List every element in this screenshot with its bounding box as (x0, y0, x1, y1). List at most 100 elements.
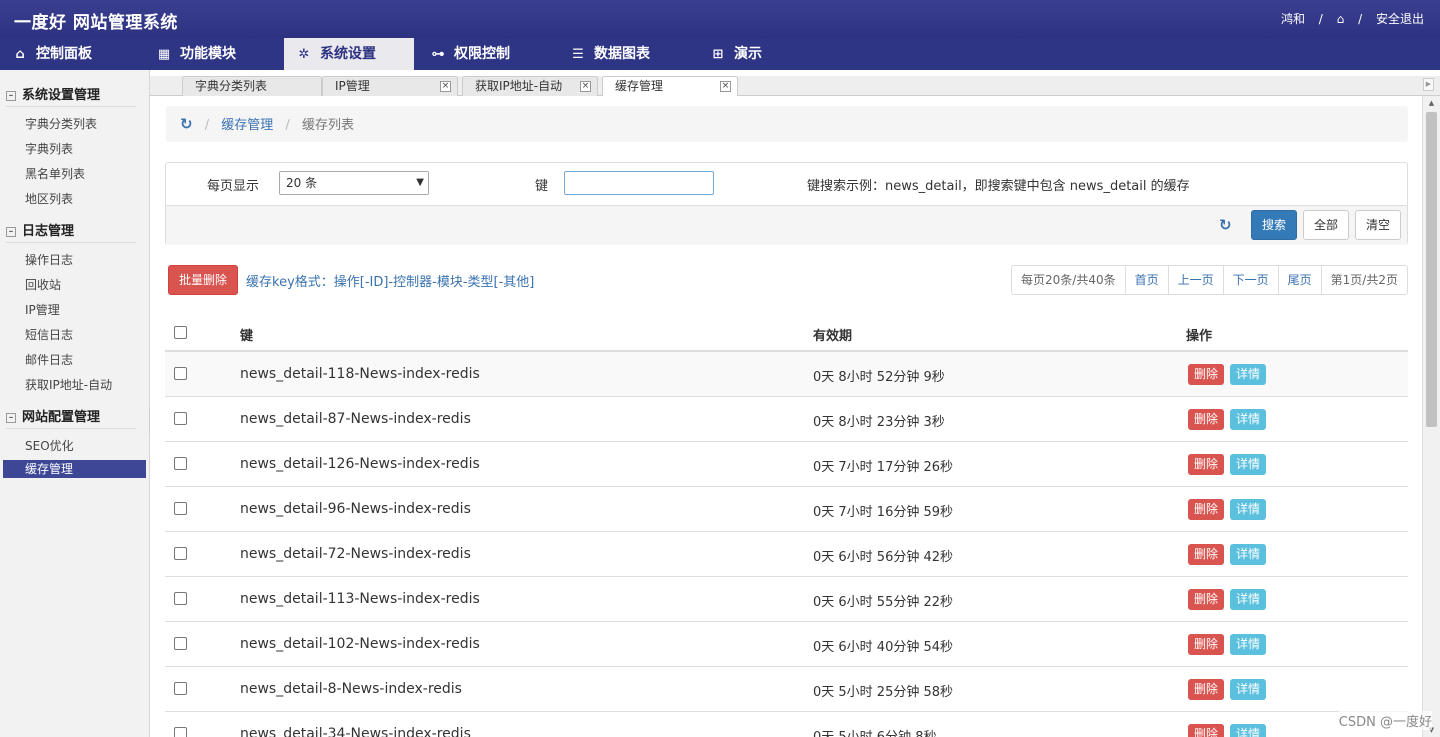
home-icon: ⌂ (15, 47, 25, 62)
pager-last[interactable]: 尾页 (1277, 266, 1321, 294)
reset-refresh-icon[interactable]: ↻ (1219, 216, 1232, 234)
watermark: CSDN @一度好 (1338, 711, 1432, 730)
page-tabbar: 字典分类列表 IP管理 × 获取IP地址-自动 × 缓存管理 × (150, 76, 1440, 97)
sidebar-group-site-config[interactable]: – 网站配置管理 (6, 406, 136, 429)
breadcrumb-sep: / (204, 118, 210, 133)
table-row: news_detail-8-News-index-redis 0天 5小时 25分… (165, 667, 1408, 712)
app-title: 一度好 网站管理系统 (14, 13, 178, 33)
chart-icon: ☰ (572, 47, 584, 62)
search-button[interactable]: 搜索 (1251, 210, 1297, 240)
detail-button[interactable]: 详情 (1230, 679, 1266, 700)
sidebar-item-seo[interactable]: SEO优化 (25, 437, 74, 454)
scroll-thumb[interactable] (1426, 112, 1437, 427)
row-checkbox[interactable] (174, 412, 187, 425)
sidebar-group-system[interactable]: – 系统设置管理 (6, 84, 136, 107)
tabs-scroll-right[interactable]: ▶ (1423, 78, 1434, 91)
row-checkbox[interactable] (174, 457, 187, 470)
row-checkbox[interactable] (174, 547, 187, 560)
sidebar-item-get-ip[interactable]: 获取IP地址-自动 (25, 376, 112, 393)
collapse-icon: – (6, 91, 16, 101)
delete-button[interactable]: 删除 (1188, 679, 1224, 700)
pager-next[interactable]: 下一页 (1222, 266, 1278, 294)
table-row: news_detail-72-News-index-redis 0天 6小时 56… (165, 532, 1408, 577)
detail-button[interactable]: 详情 (1230, 724, 1266, 737)
row-checkbox[interactable] (174, 367, 187, 380)
main-nav: ⌂ 控制面板 ▦ 功能模块 ✲ 系统设置 ⊶ 权限控制 ☰ 数据图表 ⊞ 演示 (0, 38, 1440, 70)
row-checkbox[interactable] (174, 682, 187, 695)
delete-button[interactable]: 删除 (1188, 724, 1224, 737)
page-tab-get-ip[interactable]: 获取IP地址-自动 × (462, 76, 598, 96)
detail-button[interactable]: 详情 (1230, 364, 1266, 385)
detail-button[interactable]: 详情 (1230, 454, 1266, 475)
sidebar-item-recycle-bin[interactable]: 回收站 (25, 276, 61, 293)
close-icon[interactable]: × (720, 81, 731, 92)
key-format-note: 缓存key格式：操作[-ID]-控制器-模块-类型[-其他] (246, 275, 535, 290)
breadcrumb-sep: / (285, 118, 290, 133)
sidebar-item-ip-manage[interactable]: IP管理 (25, 301, 60, 318)
cache-ttl: 0天 8小时 52分钟 9秒 (813, 370, 945, 385)
pager-first[interactable]: 首页 (1124, 266, 1168, 294)
close-icon[interactable]: × (580, 81, 591, 92)
select-all-checkbox[interactable] (174, 326, 187, 339)
sidebar-group-logs[interactable]: – 日志管理 (6, 220, 136, 243)
detail-button[interactable]: 详情 (1230, 544, 1266, 565)
sidebar-item-dict-category[interactable]: 字典分类列表 (25, 115, 97, 132)
breadcrumb-parent[interactable]: 缓存管理 (221, 118, 273, 133)
sidebar-item-mail-log[interactable]: 邮件日志 (25, 351, 73, 368)
sidebar-item-sms-log[interactable]: 短信日志 (25, 326, 73, 343)
nav-permissions[interactable]: ⊶ 权限控制 (418, 38, 556, 70)
row-checkbox[interactable] (174, 592, 187, 605)
detail-button[interactable]: 详情 (1230, 589, 1266, 610)
delete-button[interactable]: 删除 (1188, 409, 1224, 430)
user-name[interactable]: 鸿和 (1281, 10, 1305, 27)
batch-delete-button[interactable]: 批量删除 (168, 265, 238, 295)
home-icon[interactable]: ⌂ (1337, 12, 1345, 26)
delete-button[interactable]: 删除 (1188, 634, 1224, 655)
page-tab-ip-manage[interactable]: IP管理 × (322, 76, 458, 96)
sidebar-item-cache[interactable]: 缓存管理 (3, 460, 146, 478)
nav-modules[interactable]: ▦ 功能模块 (144, 38, 282, 70)
cache-key: news_detail-87-News-index-redis (240, 411, 471, 427)
logout-link[interactable]: 安全退出 (1376, 10, 1424, 27)
delete-button[interactable]: 删除 (1188, 499, 1224, 520)
detail-button[interactable]: 详情 (1230, 499, 1266, 520)
row-checkbox[interactable] (174, 502, 187, 515)
column-ttl: 有效期 (813, 329, 853, 344)
delete-button[interactable]: 删除 (1188, 454, 1224, 475)
sidebar-item-regions[interactable]: 地区列表 (25, 190, 73, 207)
cache-key: news_detail-72-News-index-redis (240, 546, 471, 562)
vertical-scrollbar[interactable]: ▲ ▼ (1422, 96, 1440, 737)
sidebar: – 系统设置管理 字典分类列表 字典列表 黑名单列表 地区列表 – 日志管理 操作日… (0, 70, 150, 737)
page-tab-cache[interactable]: 缓存管理 × (602, 76, 738, 97)
key-search-input[interactable] (564, 171, 714, 195)
row-checkbox[interactable] (174, 637, 187, 650)
sidebar-item-operation-log[interactable]: 操作日志 (25, 251, 73, 268)
sidebar-item-dict-list[interactable]: 字典列表 (25, 140, 73, 157)
sidebar-item-blacklist[interactable]: 黑名单列表 (25, 165, 85, 182)
table-row: news_detail-34-News-index-redis 0天 5小时 6分… (165, 712, 1408, 737)
table-icon: ⊞ (712, 47, 724, 62)
nav-charts[interactable]: ☰ 数据图表 (558, 38, 696, 70)
pager-prev[interactable]: 上一页 (1167, 266, 1223, 294)
page-tab-dict-category[interactable]: 字典分类列表 (182, 76, 322, 96)
delete-button[interactable]: 删除 (1188, 544, 1224, 565)
refresh-icon[interactable]: ↻ (180, 115, 193, 133)
nav-dashboard[interactable]: ⌂ 控制面板 (0, 38, 138, 70)
row-checkbox[interactable] (174, 727, 187, 737)
table-row: news_detail-102-News-index-redis 0天 6小时 4… (165, 622, 1408, 667)
nav-demo[interactable]: ⊞ 演示 (698, 38, 798, 70)
delete-button[interactable]: 删除 (1188, 589, 1224, 610)
nav-settings[interactable]: ✲ 系统设置 (284, 38, 414, 70)
breadcrumb-current: 缓存列表 (301, 118, 354, 133)
collapse-icon: – (6, 227, 16, 237)
clear-button[interactable]: 清空 (1355, 210, 1401, 240)
scroll-up-icon[interactable]: ▲ (1423, 96, 1440, 110)
per-page-select[interactable]: 20 条 ▼ (279, 171, 429, 195)
detail-button[interactable]: 详情 (1230, 409, 1266, 430)
table-row: news_detail-96-News-index-redis 0天 7小时 16… (165, 487, 1408, 532)
cache-ttl: 0天 7小时 16分钟 59秒 (813, 505, 954, 520)
all-button[interactable]: 全部 (1303, 210, 1349, 240)
close-icon[interactable]: × (440, 81, 451, 92)
delete-button[interactable]: 删除 (1188, 364, 1224, 385)
detail-button[interactable]: 详情 (1230, 634, 1266, 655)
